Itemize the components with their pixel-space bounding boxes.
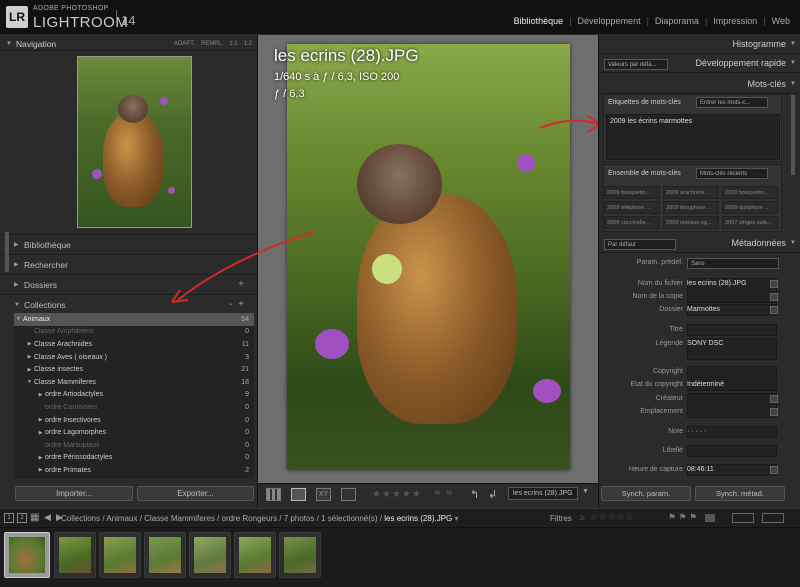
sync-settings-button[interactable]: Synch. param. — [601, 486, 691, 501]
rotate-right-icon[interactable]: ↲ — [488, 488, 497, 501]
film-thumb[interactable] — [99, 532, 141, 578]
film-thumb[interactable] — [144, 532, 186, 578]
metadata-row: Libellé — [603, 447, 783, 459]
film-thumb[interactable] — [189, 532, 231, 578]
collapse-triangle-icon: ▼ — [790, 41, 796, 47]
histogram-header[interactable]: Histogramme ▼ — [598, 35, 800, 54]
metadata-row: Heure de capture 08:46:11 — [603, 466, 783, 478]
metadata-value: les ecrins (28).JPG — [687, 280, 747, 287]
metadata-label: Nom de la copie — [632, 293, 683, 300]
metadata-label: Note — [668, 428, 683, 435]
metadata-value: · · · · · — [687, 428, 707, 435]
metadata-action-icon[interactable] — [770, 466, 778, 474]
metadata-row: Etat du copyright Indéterminé — [603, 381, 783, 393]
filter-preset-select[interactable] — [732, 513, 754, 523]
grid-icon[interactable]: ▦ — [30, 512, 39, 523]
monitor-2-button[interactable]: 2 — [17, 513, 27, 523]
survey-view-icon[interactable] — [341, 488, 356, 501]
back-arrow-icon[interactable]: ◀ — [44, 512, 51, 523]
toolbar-menu-chevron-icon[interactable]: ▼ — [582, 488, 589, 495]
quick-develop-preset-select[interactable]: Valeurs par défa... — [604, 59, 668, 70]
keyword-set-item[interactable]: 2010 bouquetin... — [722, 186, 778, 199]
flag-icons[interactable]: ⚑ ⚑ — [433, 489, 454, 500]
metadata-label: Etat du copyright — [630, 381, 683, 388]
toolbar-info-select[interactable]: les ecrins (28).JPG — [508, 487, 578, 500]
keywords-header[interactable]: Mots-clés ▼ — [598, 75, 800, 94]
metadata-label: Libellé — [662, 447, 683, 454]
keyword-set-item[interactable]: 2009 coccinelle... — [604, 216, 660, 229]
keyword-entry-select[interactable]: Entrer les mots-c... — [696, 97, 768, 108]
filter-rating-stars[interactable]: ≥ ☆☆☆☆☆ — [580, 512, 635, 523]
metadata-value: SONY DSC — [687, 340, 724, 347]
metadata-row: Titre — [603, 326, 783, 338]
film-thumb[interactable] — [279, 532, 321, 578]
metadata-action-icon[interactable] — [770, 293, 778, 301]
keyword-tags-field[interactable]: 2009 les écrins marmottes — [606, 114, 780, 160]
film-thumb[interactable] — [4, 532, 50, 578]
sync-metadata-button[interactable]: Synch. métad. — [695, 486, 785, 501]
metadata-param-select[interactable]: Sans — [687, 258, 779, 269]
filter-lock-icon[interactable] — [762, 513, 784, 523]
metadata-row: Légende SONY DSC — [603, 340, 783, 352]
metadata-label: Créateur — [655, 395, 683, 402]
metadata-value: Indéterminé — [687, 381, 724, 388]
metadata-action-icon[interactable] — [770, 306, 778, 314]
metadata-row: Dossier Marmottes — [603, 306, 783, 318]
arrow-to-keywords — [539, 119, 599, 129]
metadata-label: Emplacement — [640, 408, 683, 415]
metadata-action-icon[interactable] — [770, 395, 778, 403]
monitor-1-button[interactable]: 1 — [4, 513, 14, 523]
metadata-row: Note · · · · · — [603, 428, 783, 440]
loupe-view-icon[interactable] — [291, 488, 306, 501]
keyword-set-item[interactable]: 2009 téléphore ... — [604, 201, 660, 214]
keyword-set-item[interactable]: 2009 doriphore ... — [722, 201, 778, 214]
filter-toggle-icon[interactable] — [705, 514, 715, 522]
metadata-label: Nom du fichier — [637, 280, 683, 287]
metadata-label: Copyright — [653, 368, 683, 375]
arrow-to-collections — [177, 231, 316, 301]
film-thumb[interactable] — [234, 532, 276, 578]
metadata-label: Légende — [655, 340, 683, 347]
metadata-action-icon[interactable] — [770, 408, 778, 416]
metadata-value: Marmottes — [687, 306, 721, 313]
keyword-set-item[interactable]: 2009 bouquetin... — [604, 186, 660, 199]
collapse-triangle-icon: ▼ — [790, 240, 796, 246]
compare-view-icon[interactable]: XY — [316, 488, 331, 501]
right-scrollbar[interactable] — [791, 95, 795, 175]
metadata-label: Dossier — [659, 306, 683, 313]
filter-flags-icon[interactable]: ⚑ ⚑ ⚑ — [668, 512, 697, 523]
keyword-set-item[interactable]: 2009 doryphore ... — [663, 201, 719, 214]
collapse-triangle-icon: ▼ — [790, 60, 796, 66]
keyword-set-label: Ensemble de mots-clés — [608, 170, 681, 177]
metadata-label: Heure de capture — [628, 466, 683, 473]
keyword-set-item[interactable]: 2009 arachnide ... — [663, 186, 719, 199]
rating-stars[interactable]: ★★★★★ — [372, 489, 422, 500]
keyword-tags-label: Etiquettes de mots-clés — [608, 99, 681, 106]
collapse-triangle-icon: ▼ — [790, 81, 796, 87]
metadata-row: Emplacement — [603, 408, 783, 420]
film-thumb[interactable] — [54, 532, 96, 578]
metadata-action-icon[interactable] — [770, 280, 778, 288]
filters-label: Filtres — [550, 514, 572, 523]
grid-view-icon[interactable] — [266, 488, 281, 501]
metadata-label: Titre — [669, 326, 683, 333]
keyword-set-item[interactable]: 2007 singes sula... — [722, 216, 778, 229]
metadata-preset-select[interactable]: Par défaut — [604, 239, 676, 250]
rotate-left-icon[interactable]: ↰ — [470, 488, 479, 501]
breadcrumb: Collections / Animaux / Classe Mammifere… — [61, 514, 459, 523]
keyword-set-item[interactable]: 2009 oiseaux eg... — [663, 216, 719, 229]
keyword-set-select[interactable]: Mots-clés récents — [696, 168, 768, 179]
metadata-value: 08:46:11 — [687, 466, 714, 473]
